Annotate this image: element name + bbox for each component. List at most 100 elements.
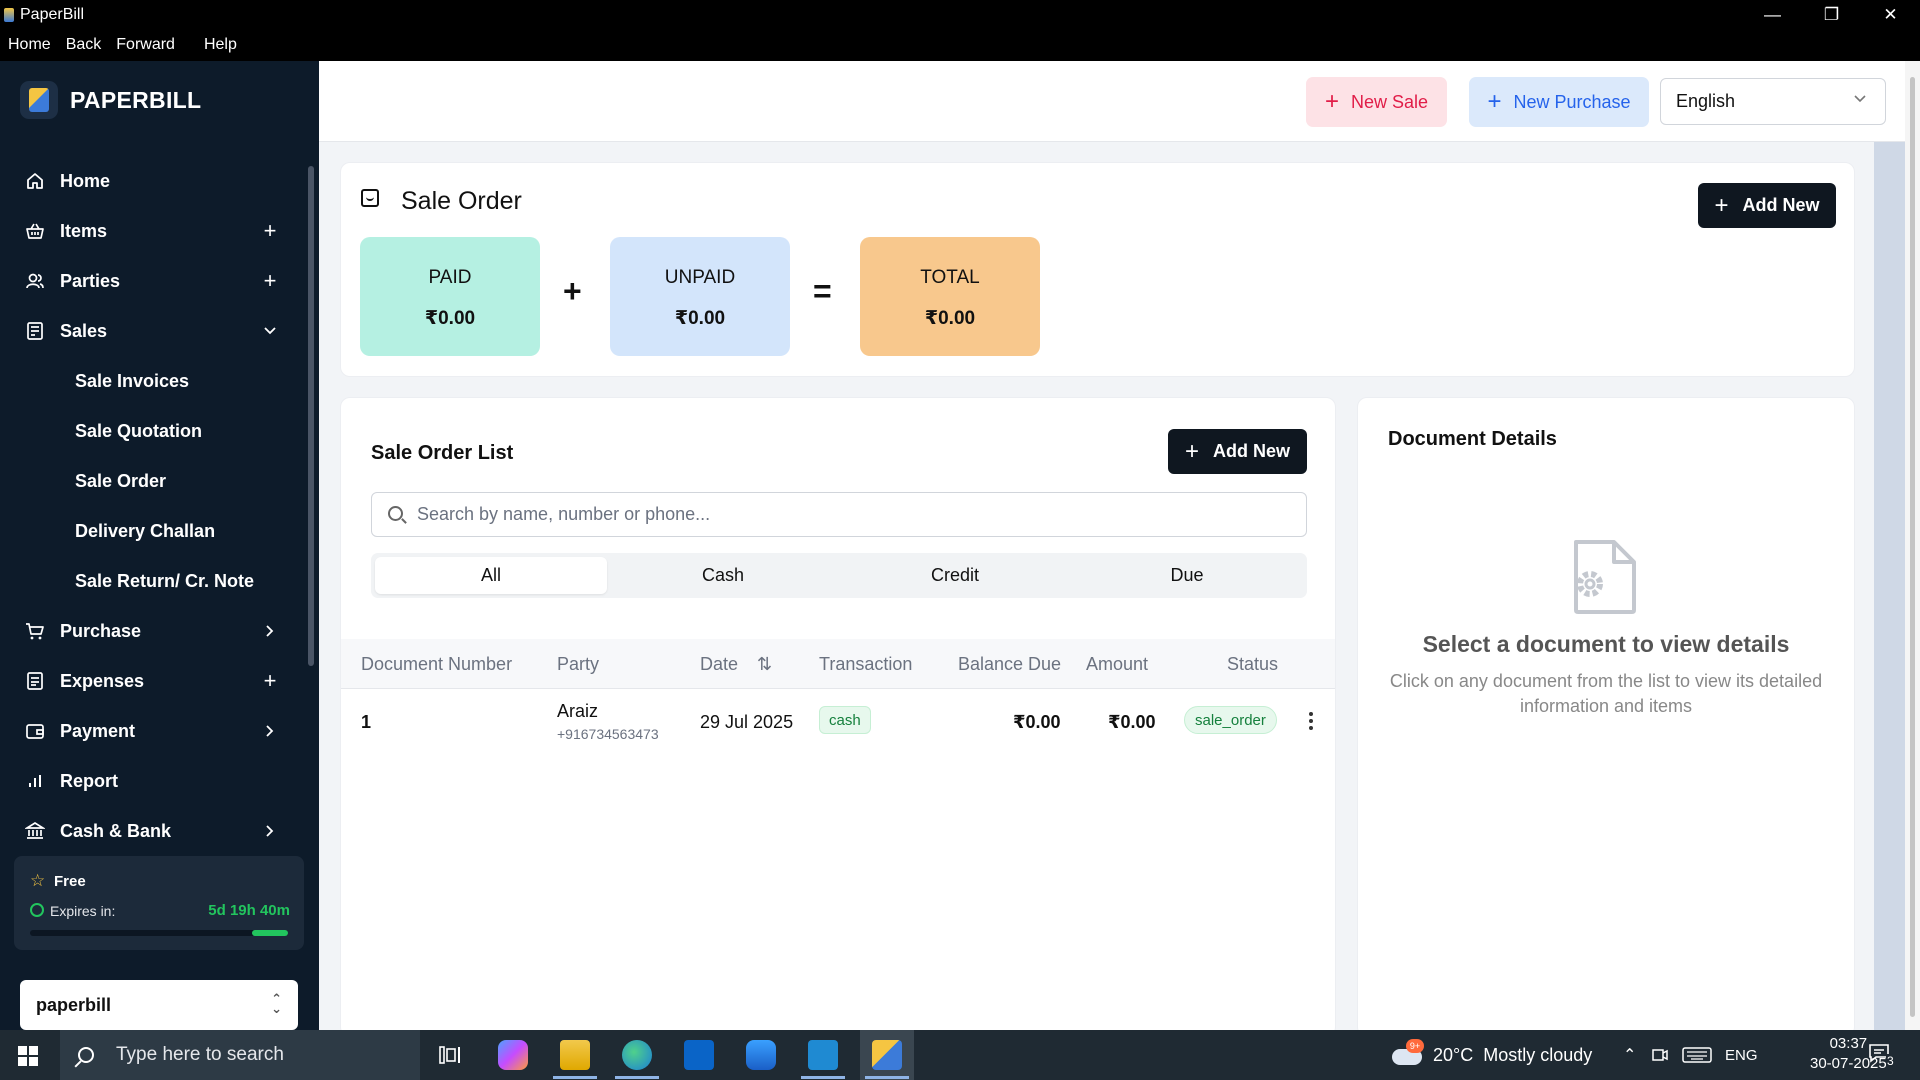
sidebar-item-expenses[interactable]: Expenses + (0, 656, 300, 706)
keyboard-icon[interactable] (1682, 1046, 1712, 1064)
sidebar-item-cash-bank[interactable]: Cash & Bank (0, 806, 300, 856)
sidebar-item-items[interactable]: Items + (0, 206, 300, 256)
sidebar-subitem-delivery-challan[interactable]: Delivery Challan (0, 506, 300, 556)
plan-progress-fill (251, 930, 288, 936)
add-new-button[interactable]: + Add New (1168, 429, 1307, 474)
scrollbar-thumb[interactable] (1910, 77, 1915, 1017)
restore-button[interactable]: ❐ (1802, 0, 1861, 29)
plus-operator: + (563, 273, 582, 309)
add-expense-button[interactable]: + (260, 668, 280, 693)
page-scrollbar[interactable] (1905, 61, 1920, 1030)
tab-due[interactable]: Due (1071, 557, 1303, 594)
chevron-up-icon[interactable]: ⌃ (1623, 1030, 1636, 1080)
top-header: + New Sale + New Purchase English (319, 61, 1920, 142)
paid-label: PAID (428, 267, 472, 288)
language-select[interactable]: English (1660, 78, 1886, 125)
outlook-icon[interactable] (684, 1040, 714, 1070)
vscode-icon[interactable] (808, 1040, 838, 1070)
notification-center-icon[interactable]: 3 (1868, 1043, 1895, 1068)
file-explorer-icon[interactable] (560, 1040, 590, 1070)
taskbar-search[interactable]: Type here to search (60, 1030, 420, 1080)
sort-icon[interactable]: ⇅ (757, 654, 772, 675)
sidebar-item-report[interactable]: Report (0, 756, 300, 806)
new-sale-button[interactable]: + New Sale (1306, 77, 1447, 127)
row-date: 29 Jul 2025 (700, 712, 794, 732)
sidebar-item-purchase[interactable]: Purchase (0, 606, 300, 656)
edge-browser-icon[interactable] (622, 1040, 652, 1070)
sidebar-subitem-sale-return[interactable]: Sale Return/ Cr. Note (0, 556, 300, 606)
transaction-badge: cash (819, 706, 871, 734)
column-amount[interactable]: Amount (1086, 654, 1148, 675)
add-party-button[interactable]: + (260, 268, 280, 293)
sidebar-item-sales[interactable]: Sales (0, 306, 300, 356)
unpaid-label: UNPAID (664, 267, 736, 288)
list-title: Sale Order List (371, 442, 514, 464)
sidebar-subitem-sale-invoices[interactable]: Sale Invoices (0, 356, 300, 406)
star-icon: ☆ (30, 871, 46, 890)
column-party[interactable]: Party (557, 654, 599, 675)
taskbar-search-placeholder: Type here to search (116, 1044, 284, 1065)
column-balance-due[interactable]: Balance Due (958, 654, 1061, 675)
chevron-up-down-icon: ⌃ ⌄ (271, 991, 282, 1016)
column-document-number[interactable]: Document Number (361, 654, 512, 675)
copilot-icon[interactable] (498, 1040, 528, 1070)
chevron-down-icon[interactable] (260, 321, 280, 341)
details-empty-title: Select a document to view details (1422, 631, 1790, 657)
sidebar-item-home[interactable]: Home (0, 156, 300, 206)
paperbill-taskbar-icon[interactable] (872, 1040, 902, 1070)
chevron-right-icon[interactable] (260, 621, 280, 641)
plan-card[interactable]: ☆ Free Expires in: 5d 19h 40m (14, 856, 304, 950)
new-purchase-button[interactable]: + New Purchase (1469, 77, 1649, 127)
column-transaction[interactable]: Transaction (819, 654, 912, 675)
add-new-label: Add New (1213, 441, 1291, 461)
users-icon (25, 271, 45, 291)
workspace-switcher[interactable]: paperbill ⌃ ⌄ (20, 980, 298, 1030)
row-amount: ₹0.00 (1108, 712, 1156, 732)
sidebar-item-parties[interactable]: Parties + (0, 256, 300, 306)
table-row[interactable]: 1 Araiz +916734563473 29 Jul 2025 cash ₹… (341, 690, 1335, 754)
menu-home[interactable]: Home (8, 36, 51, 54)
unpaid-value: ₹0.00 (674, 308, 726, 329)
menu-forward[interactable]: Forward (116, 36, 175, 54)
more-options-icon[interactable] (1309, 712, 1313, 730)
menu-back[interactable]: Back (66, 36, 102, 54)
search-input[interactable] (417, 493, 1297, 536)
column-status[interactable]: Status (1227, 654, 1278, 675)
meet-now-icon[interactable] (1652, 1046, 1668, 1064)
remote-desktop-icon[interactable] (746, 1040, 776, 1070)
add-item-button[interactable]: + (260, 218, 280, 243)
close-button[interactable]: ✕ (1861, 0, 1920, 29)
column-date[interactable]: Date (700, 654, 738, 675)
search-field[interactable] (371, 492, 1307, 537)
windows-start-icon[interactable] (18, 1046, 38, 1066)
task-view-icon[interactable] (439, 1044, 461, 1066)
plus-icon: + (1324, 88, 1339, 115)
taskbar: Type here to search 9+ 20°C Mostly cloud… (0, 1030, 1920, 1080)
sidebar-item-label: Parties (60, 270, 121, 291)
weather-text[interactable]: 20°C Mostly cloudy (1433, 1030, 1592, 1080)
sidebar-item-label: Payment (60, 720, 136, 741)
sidebar-subitem-sale-order[interactable]: Sale Order (0, 456, 300, 506)
tab-cash[interactable]: Cash (607, 557, 839, 594)
running-indicator (553, 1076, 597, 1079)
sidebar-item-payment[interactable]: Payment (0, 706, 300, 756)
plan-name: Free (54, 873, 86, 890)
input-language[interactable]: ENG (1725, 1030, 1758, 1080)
document-details: Document Details Select a document to vi… (1357, 397, 1855, 1037)
menu-help[interactable]: Help (204, 36, 237, 54)
minimize-button[interactable]: — (1743, 0, 1802, 29)
brand[interactable]: PAPERBILL (20, 81, 201, 119)
plus-icon: + (1714, 191, 1729, 219)
sidebar-scrollbar[interactable] (308, 166, 314, 666)
sidebar-item-label: Purchase (60, 620, 142, 641)
tab-credit[interactable]: Credit (839, 557, 1071, 594)
chevron-right-icon[interactable] (260, 821, 280, 841)
weather-icon[interactable]: 9+ (1392, 1039, 1424, 1067)
chevron-right-icon[interactable] (260, 721, 280, 741)
new-purchase-label: New Purchase (1513, 91, 1631, 112)
add-new-button[interactable]: + Add New (1698, 183, 1836, 228)
bank-icon (25, 821, 45, 841)
new-sale-label: New Sale (1350, 91, 1429, 112)
tab-all[interactable]: All (375, 557, 607, 594)
sidebar-subitem-sale-quotation[interactable]: Sale Quotation (0, 406, 300, 456)
